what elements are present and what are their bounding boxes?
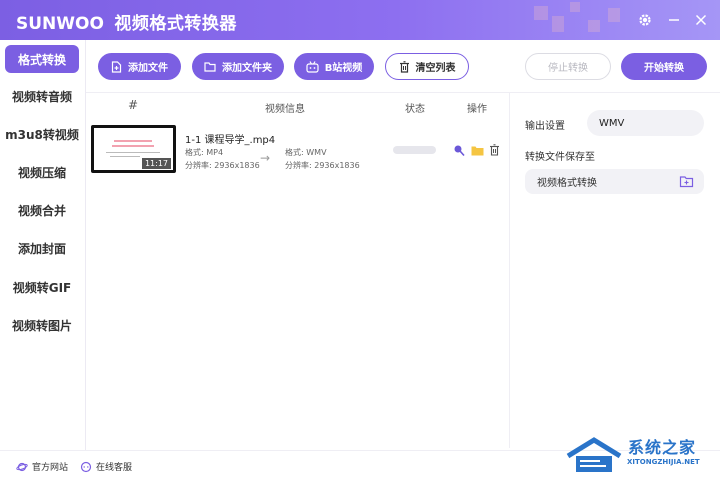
target-format-label: 格式: [285, 148, 304, 157]
add-file-icon [111, 60, 122, 73]
pin-button[interactable] [452, 143, 466, 157]
source-resolution: 分辨率: 2936x1836 [185, 160, 260, 171]
bilibili-label: B站视频 [324, 63, 363, 74]
blurred-region [530, 2, 630, 38]
app-brand: SUNWOO [16, 14, 104, 34]
official-website-link[interactable]: 官方网站 [16, 460, 68, 473]
source-resolution-value: 2936x1836 [214, 161, 260, 170]
clear-list-button[interactable]: 清空列表 [385, 53, 469, 80]
trash-icon [489, 144, 499, 156]
column-header-status: 状态 [405, 104, 425, 115]
add-folder-button[interactable]: 添加文件夹 [192, 53, 284, 80]
column-header-action: 操作 [467, 104, 487, 115]
online-support-link[interactable]: 在线客服 [80, 460, 132, 473]
video-duration: 11:17 [141, 158, 171, 169]
planet-icon [16, 462, 28, 471]
title-bar: SUNWOO 视频格式转换器 [0, 0, 720, 40]
online-support-label: 在线客服 [96, 463, 133, 473]
column-header-info: 视频信息 [265, 104, 305, 115]
toolbar-divider [86, 92, 720, 93]
close-icon [695, 14, 707, 26]
official-website-label: 官方网站 [32, 463, 69, 473]
target-resolution-label: 分辨率: [285, 161, 312, 170]
folder-icon [471, 146, 483, 155]
panel-divider [509, 92, 510, 448]
source-format: 格式: MP4 [185, 147, 223, 158]
watermark-url: XITONGZHIJIA.NET [627, 458, 700, 466]
target-resolution: 分辨率: 2936x1836 [285, 160, 360, 171]
open-folder-button[interactable] [470, 143, 484, 157]
start-convert-label: 开始转换 [644, 63, 684, 74]
save-path-field[interactable]: 视频格式转换 [525, 169, 704, 194]
add-file-label: 添加文件 [128, 63, 168, 74]
sidebar-item-video-to-audio[interactable]: 视频转音频 [5, 82, 79, 110]
pin-icon [454, 145, 465, 156]
minimize-button[interactable] [663, 9, 685, 31]
target-resolution-value: 2936x1836 [314, 161, 360, 170]
source-format-value: MP4 [206, 148, 224, 157]
add-file-button[interactable]: 添加文件 [98, 53, 181, 80]
video-thumbnail: 11:17 [91, 125, 176, 173]
arrow-right-icon: → [260, 151, 271, 165]
stop-convert-button[interactable]: 停止转换 [525, 53, 611, 80]
output-settings-label: 输出设置 [525, 121, 565, 132]
sidebar-item-video-merge[interactable]: 视频合并 [5, 196, 79, 224]
minimize-icon [669, 19, 679, 21]
column-header-index: # [128, 98, 139, 112]
file-name: 1-1 课程导学_.mp4 [185, 135, 276, 146]
chat-icon [80, 461, 92, 472]
open-folder-icon[interactable] [679, 174, 694, 189]
bilibili-icon [306, 60, 319, 73]
close-button[interactable] [690, 9, 712, 31]
gear-icon [639, 14, 651, 26]
app-title: SUNWOO 视频格式转换器 [16, 9, 237, 34]
sidebar-item-add-cover[interactable]: 添加封面 [5, 234, 79, 262]
watermark-title: 系统之家 [628, 438, 697, 457]
add-folder-label: 添加文件夹 [222, 63, 272, 74]
folder-icon [204, 62, 216, 72]
sidebar-item-format-convert[interactable]: 格式转换 [5, 45, 79, 73]
sidebar: 格式转换 视频转音频 m3u8转视频 视频压缩 视频合并 添加封面 视频转GIF… [0, 40, 86, 450]
delete-button[interactable] [487, 143, 501, 157]
conversion-progress-bar [393, 146, 436, 154]
output-format-select[interactable]: WMV [587, 110, 704, 136]
settings-button[interactable] [634, 9, 656, 31]
sidebar-item-video-to-gif[interactable]: 视频转GIF [5, 273, 79, 301]
clear-list-label: 清空列表 [415, 63, 456, 74]
target-format: 格式: WMV [285, 147, 327, 158]
save-location-label: 转换文件保存至 [525, 152, 595, 163]
bilibili-video-button[interactable]: B站视频 [294, 53, 374, 80]
target-format-value: WMV [306, 148, 327, 157]
start-convert-button[interactable]: 开始转换 [621, 53, 707, 80]
source-format-label: 格式: [185, 148, 204, 157]
sidebar-item-video-compress[interactable]: 视频压缩 [5, 158, 79, 186]
app-title-text: 视频格式转换器 [114, 14, 237, 34]
save-path-value: 视频格式转换 [537, 178, 597, 189]
stop-convert-label: 停止转换 [548, 63, 588, 74]
source-resolution-label: 分辨率: [185, 161, 212, 170]
trash-icon [399, 60, 409, 73]
sidebar-item-video-to-image[interactable]: 视频转图片 [5, 311, 79, 339]
sidebar-item-m3u8-to-video[interactable]: m3u8转视频 [5, 120, 79, 148]
